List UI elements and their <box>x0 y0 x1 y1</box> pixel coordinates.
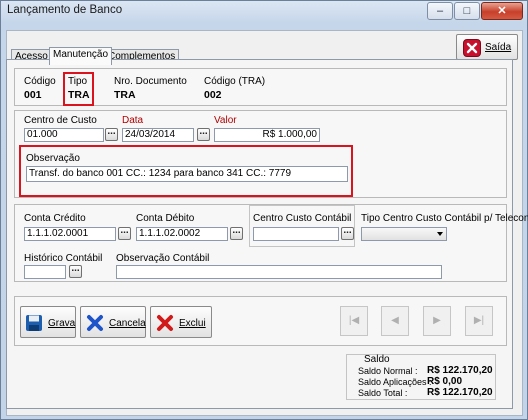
saldo-total-value: R$ 122.170,20 <box>427 387 493 398</box>
previous-record-button[interactable]: ◀ <box>381 306 409 336</box>
data-picker-button[interactable]: ... <box>197 127 210 141</box>
data-label: Data <box>122 115 144 126</box>
tipo-centro-select[interactable] <box>361 227 447 241</box>
saldo-aplicacoes-label: Saldo Aplicações : <box>358 377 432 387</box>
title-bar: Lançamento de Banco – □ ✕ <box>1 1 527 23</box>
codigo-value: 001 <box>24 89 42 101</box>
saldo-box: Saldo Saldo Normal : R$ 122.170,20 Saldo… <box>346 354 496 400</box>
grava-button-label: Grava <box>48 318 76 329</box>
centro-custo-label: Centro de Custo <box>24 115 97 126</box>
conta-debito-input[interactable]: 1.1.1.02.0002 <box>136 227 228 241</box>
observacao-contabil-input[interactable] <box>116 265 442 279</box>
grava-button[interactable]: Grava <box>20 306 76 338</box>
exit-button-label: Saída <box>485 42 512 53</box>
tipo-value: TRA <box>68 89 90 101</box>
header-group: Código 001 Tipo TRA Nro. Documento TRA C… <box>14 68 507 106</box>
chevron-down-icon <box>437 232 443 236</box>
contabil-group: Conta Crédito 1.1.1.02.0001 ... Conta Dé… <box>14 204 528 282</box>
observacao-contabil-label: Observação Contábil <box>116 253 210 264</box>
cancela-button[interactable]: Cancela <box>80 306 146 338</box>
first-record-button[interactable]: |◀ <box>340 306 368 336</box>
historico-input[interactable] <box>24 265 66 279</box>
exit-button[interactable]: Saída <box>456 34 518 60</box>
actions-group: Grava Cancela Exclui |◀ ◀ ▶ ▶| <box>14 296 507 346</box>
tab-panel-manutencao: Código 001 Tipo TRA Nro. Documento TRA C… <box>6 59 528 409</box>
centro-custo-contabil-lookup-button[interactable]: ... <box>341 226 354 240</box>
codigo-tra-label: Código (TRA) <box>204 76 266 87</box>
conta-credito-input[interactable]: 1.1.1.02.0001 <box>24 227 116 241</box>
conta-credito-label: Conta Crédito <box>24 213 86 224</box>
valor-input[interactable]: R$ 1.000,00 <box>214 128 320 142</box>
observacao-input[interactable]: Transf. do banco 001 CC.: 1234 para banc… <box>26 166 348 182</box>
delete-icon <box>157 315 173 331</box>
save-icon <box>26 315 42 331</box>
exit-icon <box>463 39 481 57</box>
cancel-icon <box>87 315 103 331</box>
centro-custo-input[interactable]: 01.000 <box>24 128 104 142</box>
centro-custo-lookup-button[interactable]: ... <box>105 127 118 141</box>
conta-credito-lookup-button[interactable]: ... <box>118 226 131 240</box>
conta-debito-label: Conta Débito <box>136 213 195 224</box>
data-input[interactable]: 24/03/2014 <box>122 128 194 142</box>
observacao-label: Observação <box>26 153 80 164</box>
saldo-total-label: Saldo Total : <box>358 388 408 398</box>
next-record-button[interactable]: ▶ <box>423 306 451 336</box>
saldo-normal-label: Saldo Normal : <box>358 366 418 376</box>
tab-manutencao[interactable]: Manutenção <box>49 47 113 65</box>
fields-group: Centro de Custo 01.000 ... Data 24/03/20… <box>14 110 507 198</box>
saldo-aplicacoes-value: R$ 0,00 <box>427 376 463 387</box>
historico-label: Histórico Contábil <box>24 253 103 264</box>
codigo-tra-value: 002 <box>204 89 222 101</box>
minimize-button[interactable]: – <box>427 2 453 20</box>
saldo-title: Saldo <box>364 354 390 365</box>
conta-debito-lookup-button[interactable]: ... <box>230 226 243 240</box>
valor-label: Valor <box>214 115 237 126</box>
documento-label: Nro. Documento <box>114 76 187 87</box>
centro-custo-contabil-input[interactable] <box>253 227 339 241</box>
tipo-label: Tipo <box>68 76 88 87</box>
historico-lookup-button[interactable]: ... <box>69 264 82 278</box>
maximize-button[interactable]: □ <box>454 2 480 20</box>
tipo-centro-label: Tipo Centro Custo Contábil p/ Telecont <box>361 213 528 224</box>
centro-custo-contabil-label: Centro Custo Contábil <box>253 213 352 224</box>
codigo-label: Código <box>24 76 56 87</box>
close-button[interactable]: ✕ <box>481 2 523 20</box>
window-title: Lançamento de Banco <box>7 4 123 16</box>
exclui-button-label: Exclui <box>179 318 206 329</box>
documento-value: TRA <box>114 89 136 101</box>
cancela-button-label: Cancela <box>109 318 146 329</box>
last-record-button[interactable]: ▶| <box>465 306 493 336</box>
exclui-button[interactable]: Exclui <box>150 306 212 338</box>
main-window: Lançamento de Banco – □ ✕ Saída Acesso M… <box>0 0 528 420</box>
saldo-normal-value: R$ 122.170,20 <box>427 365 493 376</box>
